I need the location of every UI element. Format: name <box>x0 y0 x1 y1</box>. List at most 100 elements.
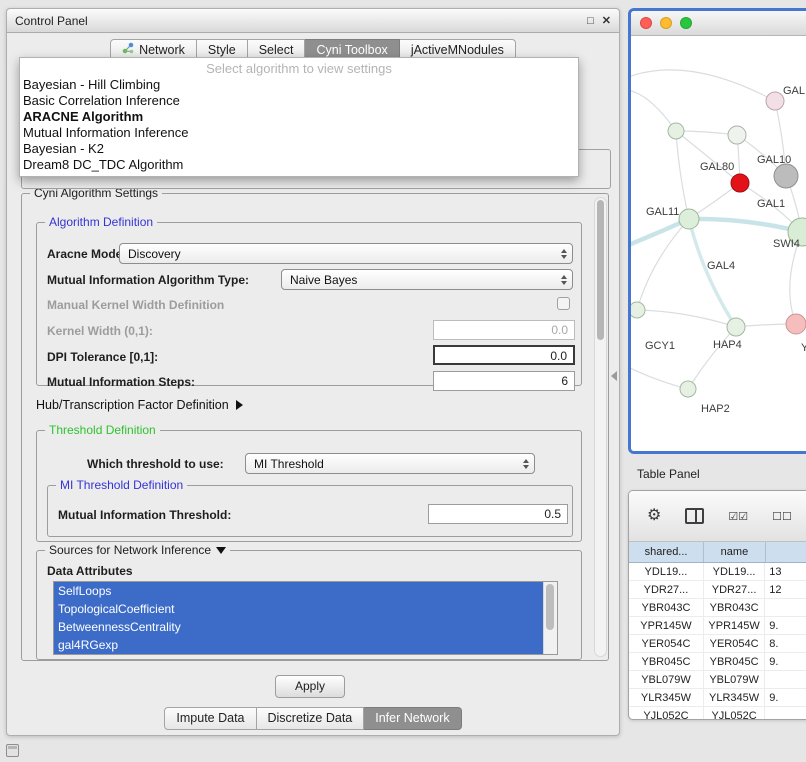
attribute-item-selected[interactable]: SelfLoops <box>54 582 557 600</box>
network-node[interactable] <box>786 314 806 334</box>
table-cell: YDR27... <box>629 581 704 598</box>
network-node[interactable] <box>727 318 745 336</box>
attribute-item-selected[interactable]: BetweennessCentrality <box>54 618 557 636</box>
network-node-label: GAL1 <box>757 198 785 210</box>
network-node[interactable] <box>731 174 749 192</box>
network-graph-svg: GALGAL80GAL10GAL11GAL1SWI4GAL4GCY1HAP4YH… <box>631 36 806 451</box>
network-window-titlebar <box>631 11 806 36</box>
aracne-mode-label: Aracne Mode: <box>47 246 126 262</box>
tab-impute-data[interactable]: Impute Data <box>164 707 256 730</box>
table-cell: YBL079W <box>704 671 765 688</box>
aracne-mode-select[interactable]: Discovery <box>119 243 573 264</box>
network-edge[interactable] <box>689 219 802 232</box>
minimized-panel-icon[interactable] <box>6 744 19 757</box>
network-node[interactable] <box>668 123 684 139</box>
panel-collapse-arrow[interactable] <box>611 371 617 381</box>
settings-scrollbar[interactable] <box>594 197 607 657</box>
dropdown-item[interactable]: Dream8 DC_TDC Algorithm <box>20 157 578 173</box>
network-node[interactable] <box>728 126 746 144</box>
tab-discretize-data[interactable]: Discretize Data <box>257 707 365 730</box>
table-row[interactable]: YBL079WYBL079W <box>629 671 806 689</box>
table-cell: YLR345W <box>629 689 704 706</box>
network-edge[interactable] <box>631 70 775 101</box>
list-scrollbar[interactable] <box>543 582 557 654</box>
control-panel-window: Control Panel □ ✕ Network Style Select C… <box>6 8 620 736</box>
attribute-item-selected[interactable]: gal4RGexp <box>54 636 557 654</box>
table-row[interactable]: YDR27...YDR27...12 <box>629 581 806 599</box>
network-node[interactable] <box>631 302 645 318</box>
settings-scrollbar-thumb[interactable] <box>597 200 604 340</box>
dpi-tolerance-input[interactable]: 0.0 <box>433 345 575 365</box>
table-cell: 8. <box>765 635 806 652</box>
tab-infer-network[interactable]: Infer Network <box>364 707 461 730</box>
manual-kernel-label: Manual Kernel Width Definition <box>47 297 224 313</box>
dpi-tolerance-label: DPI Tolerance [0,1]: <box>47 349 158 365</box>
table-row[interactable]: YPR145WYPR145W9. <box>629 617 806 635</box>
table-row[interactable]: YER054CYER054C8. <box>629 635 806 653</box>
network-canvas[interactable]: GALGAL80GAL10GAL11GAL1SWI4GAL4GCY1HAP4YH… <box>631 36 806 451</box>
table-cell: 13 <box>765 563 806 580</box>
table-row[interactable]: YJL052CYJL052C <box>629 707 806 720</box>
table-row[interactable]: YBR045CYBR045C9. <box>629 653 806 671</box>
select-all-checkboxes-icon[interactable]: ☑☑ <box>728 510 748 523</box>
mi-type-select[interactable]: Naive Bayes <box>281 269 573 290</box>
network-node-label: HAP4 <box>713 339 742 351</box>
table-cell: YBR045C <box>629 653 704 670</box>
apply-button[interactable]: Apply <box>275 675 345 698</box>
dropdown-placeholder[interactable]: Select algorithm to view settings <box>20 60 578 77</box>
table-cell: 12 <box>765 581 806 598</box>
minimize-traffic-light-icon[interactable] <box>660 17 672 29</box>
hub-definition-expander[interactable]: Hub/Transcription Factor Definition <box>36 398 243 412</box>
attribute-item-selected[interactable]: TopologicalCoefficient <box>54 600 557 618</box>
dropdown-item-selected[interactable]: ARACNE Algorithm <box>20 109 578 125</box>
table-cell <box>765 707 806 720</box>
dropdown-item[interactable]: Mutual Information Inference <box>20 125 578 141</box>
close-window-icon[interactable]: ✕ <box>602 14 611 28</box>
table-cell: YPR145W <box>704 617 765 634</box>
column-selector-icon[interactable] <box>685 508 704 524</box>
network-node-label: GAL <box>783 85 805 97</box>
column-header-name[interactable]: name <box>704 542 766 562</box>
network-node[interactable] <box>680 381 696 397</box>
table-row[interactable]: YLR345WYLR345W9. <box>629 689 806 707</box>
table-row[interactable]: YBR043CYBR043C <box>629 599 806 617</box>
network-node[interactable] <box>774 164 798 188</box>
network-node[interactable] <box>679 209 699 229</box>
close-traffic-light-icon[interactable] <box>640 17 652 29</box>
dropdown-item[interactable]: Bayesian - K2 <box>20 141 578 157</box>
table-panel-window: ⚙ ☑☑ ☐☐ shared... name YDL19...YDL19...1… <box>628 490 806 720</box>
mi-threshold-input[interactable]: 0.5 <box>428 504 568 524</box>
sources-expander[interactable]: Sources for Network Inference <box>45 543 230 558</box>
gear-icon[interactable]: ⚙ <box>647 508 661 524</box>
network-node[interactable] <box>766 92 784 110</box>
column-header-partial[interactable] <box>766 542 806 562</box>
network-edge[interactable] <box>631 91 676 131</box>
list-scrollbar-thumb[interactable] <box>546 584 554 630</box>
control-panel-titlebar: Control Panel □ ✕ <box>7 9 619 33</box>
clear-all-checkboxes-icon[interactable]: ☐☐ <box>772 510 792 523</box>
which-threshold-select[interactable]: MI Threshold <box>245 453 535 474</box>
table-cell: YDR27... <box>704 581 765 598</box>
float-window-icon[interactable]: □ <box>587 14 594 28</box>
cyni-algorithm-settings-group: Cyni Algorithm Settings Algorithm Defini… <box>21 193 609 661</box>
network-node-label: GCY1 <box>645 340 675 352</box>
table-cell: YBR043C <box>704 599 765 616</box>
table-cell: YER054C <box>704 635 765 652</box>
dropdown-item[interactable]: Basic Correlation Inference <box>20 93 578 109</box>
mi-threshold-label: Mutual Information Threshold: <box>58 507 231 523</box>
network-edge[interactable] <box>689 219 736 327</box>
maximize-traffic-light-icon[interactable] <box>680 17 692 29</box>
mi-type-label: Mutual Information Algorithm Type: <box>47 272 249 288</box>
mi-steps-input[interactable]: 6 <box>433 371 575 391</box>
network-node-label: GAL10 <box>757 154 791 166</box>
network-edge[interactable] <box>688 327 736 389</box>
network-edge[interactable] <box>637 310 736 327</box>
network-edge[interactable] <box>631 366 688 389</box>
table-row[interactable]: YDL19...YDL19...13 <box>629 563 806 581</box>
kernel-width-input[interactable]: 0.0 <box>433 320 575 340</box>
expander-expanded-icon <box>216 547 226 554</box>
column-header-shared-name[interactable]: shared... <box>629 542 704 562</box>
manual-kernel-checkbox[interactable] <box>557 297 570 310</box>
dropdown-item[interactable]: Bayesian - Hill Climbing <box>20 77 578 93</box>
table-cell: 9. <box>765 617 806 634</box>
